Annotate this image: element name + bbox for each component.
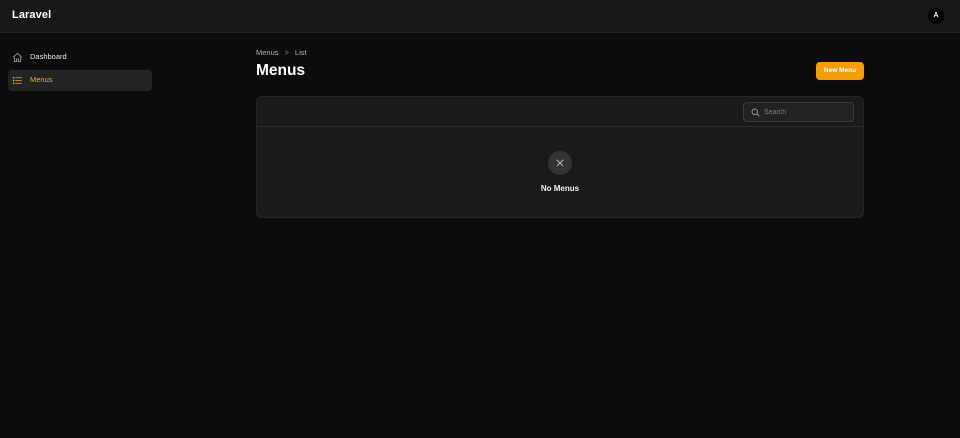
close-icon [556, 159, 564, 167]
home-icon [13, 52, 22, 63]
breadcrumb: Menus > List [256, 48, 307, 57]
sidebar-item-dashboard[interactable]: Dashboard [8, 47, 152, 68]
table-toolbar [257, 97, 863, 127]
search-icon [751, 108, 760, 117]
user-avatar[interactable]: A [928, 8, 944, 24]
brand-logo[interactable]: Laravel [12, 9, 51, 21]
top-navbar: Laravel A [0, 0, 960, 33]
sidebar-item-menus[interactable]: Menus [8, 70, 152, 91]
sidebar-item-label: Dashboard [30, 52, 67, 61]
chevron-right-icon: > [284, 48, 289, 57]
page-title: Menus [256, 62, 306, 79]
search-input[interactable] [764, 105, 850, 119]
sidebar-item-label: Menus [30, 75, 53, 84]
empty-state-icon [548, 151, 572, 175]
new-menu-button[interactable]: New Menu [816, 62, 864, 80]
empty-state-heading: No Menus [540, 184, 580, 193]
sidebar: Dashboard Menus [8, 47, 152, 93]
breadcrumb-link-menus[interactable]: Menus [256, 48, 279, 57]
breadcrumb-current: List [294, 48, 307, 57]
menus-table: No Menus [256, 96, 864, 218]
search-field[interactable] [743, 102, 854, 122]
list-icon [12, 76, 23, 85]
